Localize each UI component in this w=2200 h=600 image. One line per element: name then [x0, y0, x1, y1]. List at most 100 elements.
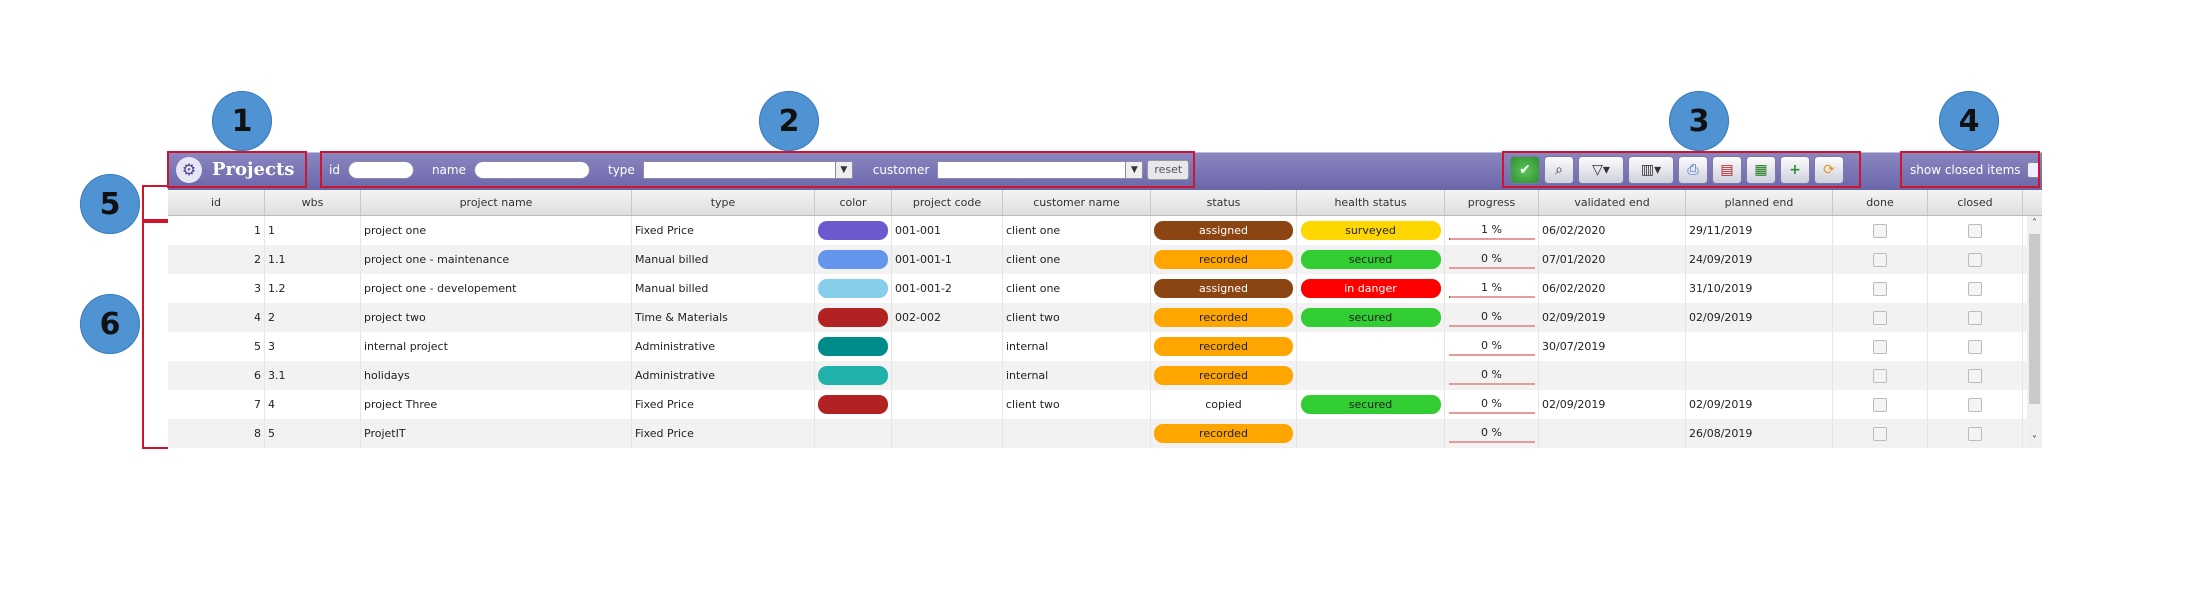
done-cell [1833, 361, 1928, 390]
scroll-up-icon[interactable]: ˄ [2027, 218, 2042, 229]
status-cell: recorded [1151, 332, 1297, 361]
progress-value: 1 % [1481, 223, 1502, 236]
column-header[interactable]: closed [1928, 190, 2023, 215]
status-badge: copied [1205, 398, 1242, 411]
color-cell [815, 361, 892, 390]
column-header[interactable]: project code [892, 190, 1003, 215]
column-header[interactable]: validated end [1539, 190, 1686, 215]
project-code-value: 001-001-2 [895, 282, 952, 295]
table-row[interactable]: 1 1 project one Fixed Price 001-001 client on… [168, 216, 2042, 245]
scroll-down-icon[interactable]: ˅ [2027, 435, 2042, 446]
column-header[interactable]: type [632, 190, 815, 215]
column-header[interactable]: project name [361, 190, 632, 215]
color-swatch [818, 221, 888, 240]
column-header[interactable]: progress [1445, 190, 1539, 215]
status-cell: recorded [1151, 419, 1297, 448]
type-value: Administrative [635, 340, 716, 353]
table-row[interactable]: 5 3 internal project Administrative internal… [168, 332, 2042, 361]
health-badge: in danger [1300, 279, 1441, 298]
column-header[interactable]: id [168, 190, 265, 215]
health-status-cell: surveyed [1297, 216, 1445, 245]
table-row[interactable]: 7 4 project Three Fixed Price client two copi… [168, 390, 2042, 419]
done-cell [1833, 419, 1928, 448]
done-checkbox[interactable] [1873, 368, 1887, 383]
wbs-value: 3 [268, 340, 275, 353]
status-badge: recorded [1154, 308, 1293, 327]
closed-checkbox[interactable] [1968, 223, 1982, 238]
highlight-title [167, 151, 307, 188]
closed-checkbox[interactable] [1968, 397, 1982, 412]
scrollbar-thumb[interactable] [2029, 234, 2040, 404]
progress-value: 0 % [1481, 397, 1502, 410]
table-row[interactable]: 4 2 project two Time & Materials 002-002 clie… [168, 303, 2042, 332]
table-row[interactable]: 8 5 ProjetIT Fixed Price recorded 0 % 26/08/20… [168, 419, 2042, 448]
validated-end-cell: 30/07/2019 [1539, 332, 1686, 361]
health-status-cell: secured [1297, 303, 1445, 332]
project-name-value: ProjetIT [364, 427, 406, 440]
project-code-cell: 001-001-2 [892, 274, 1003, 303]
closed-cell [1928, 361, 2023, 390]
closed-checkbox[interactable] [1968, 310, 1982, 325]
planned-end-cell: 31/10/2019 [1686, 274, 1833, 303]
id-cell: 2 [168, 245, 265, 274]
column-header[interactable]: wbs [265, 190, 361, 215]
table-row[interactable]: 2 1.1 project one - maintenance Manual bill… [168, 245, 2042, 274]
customer-name-value: internal [1006, 340, 1049, 353]
column-header[interactable]: planned end [1686, 190, 1833, 215]
wbs-cell: 5 [265, 419, 361, 448]
wbs-value: 4 [268, 398, 275, 411]
project-code-cell [892, 390, 1003, 419]
closed-checkbox[interactable] [1968, 368, 1982, 383]
closed-checkbox[interactable] [1968, 252, 1982, 267]
planned-end-value: 02/09/2019 [1689, 398, 1753, 411]
customer-name-cell: client two [1003, 390, 1151, 419]
wbs-value: 1.2 [268, 282, 286, 295]
column-header[interactable]: customer name [1003, 190, 1151, 215]
closed-cell [1928, 390, 2023, 419]
health-badge: secured [1300, 395, 1441, 414]
project-name-cell: ProjetIT [361, 419, 632, 448]
done-checkbox[interactable] [1873, 223, 1887, 238]
project-code-cell [892, 361, 1003, 390]
status-badge: recorded [1154, 250, 1293, 269]
color-cell [815, 332, 892, 361]
progress-cell: 1 % [1445, 274, 1539, 303]
table-row[interactable]: 6 3.1 holidays Administrative internal record… [168, 361, 2042, 390]
done-checkbox[interactable] [1873, 397, 1887, 412]
project-name-value: internal project [364, 340, 448, 353]
table-row[interactable]: 3 1.2 project one - developement Manual bil… [168, 274, 2042, 303]
planned-end-value: 26/08/2019 [1689, 427, 1753, 440]
planned-end-cell: 26/08/2019 [1686, 419, 1833, 448]
grid-scrollbar[interactable]: ˄ ˅ [2027, 216, 2042, 448]
progress-bar: 1 % [1448, 280, 1535, 298]
done-checkbox[interactable] [1873, 252, 1887, 267]
project-code-value: 001-001 [895, 224, 941, 237]
done-checkbox[interactable] [1873, 310, 1887, 325]
color-swatch [818, 395, 888, 414]
column-header[interactable]: color [815, 190, 892, 215]
projects-grid: id wbs project name type color project code cu… [168, 190, 2042, 448]
id-value: 3 [254, 282, 261, 295]
progress-fill [1448, 295, 1450, 298]
validated-end-cell: 06/02/2020 [1539, 216, 1686, 245]
project-name-cell: project two [361, 303, 632, 332]
type-cell: Administrative [632, 361, 815, 390]
column-header[interactable]: health status [1297, 190, 1445, 215]
closed-checkbox[interactable] [1968, 281, 1982, 296]
column-header[interactable]: done [1833, 190, 1928, 215]
closed-checkbox[interactable] [1968, 339, 1982, 354]
done-checkbox[interactable] [1873, 281, 1887, 296]
progress-bar: 0 % [1448, 425, 1535, 443]
done-checkbox[interactable] [1873, 339, 1887, 354]
highlight-filters [320, 151, 1195, 188]
done-checkbox[interactable] [1873, 426, 1887, 441]
validated-end-value: 06/02/2020 [1542, 282, 1606, 295]
column-header[interactable]: status [1151, 190, 1297, 215]
project-code-cell: 001-001-1 [892, 245, 1003, 274]
closed-checkbox[interactable] [1968, 426, 1982, 441]
project-name-cell: project Three [361, 390, 632, 419]
planned-end-cell: 29/11/2019 [1686, 216, 1833, 245]
status-badge: recorded [1154, 424, 1293, 443]
planned-end-value: 02/09/2019 [1689, 311, 1753, 324]
wbs-cell: 1.1 [265, 245, 361, 274]
